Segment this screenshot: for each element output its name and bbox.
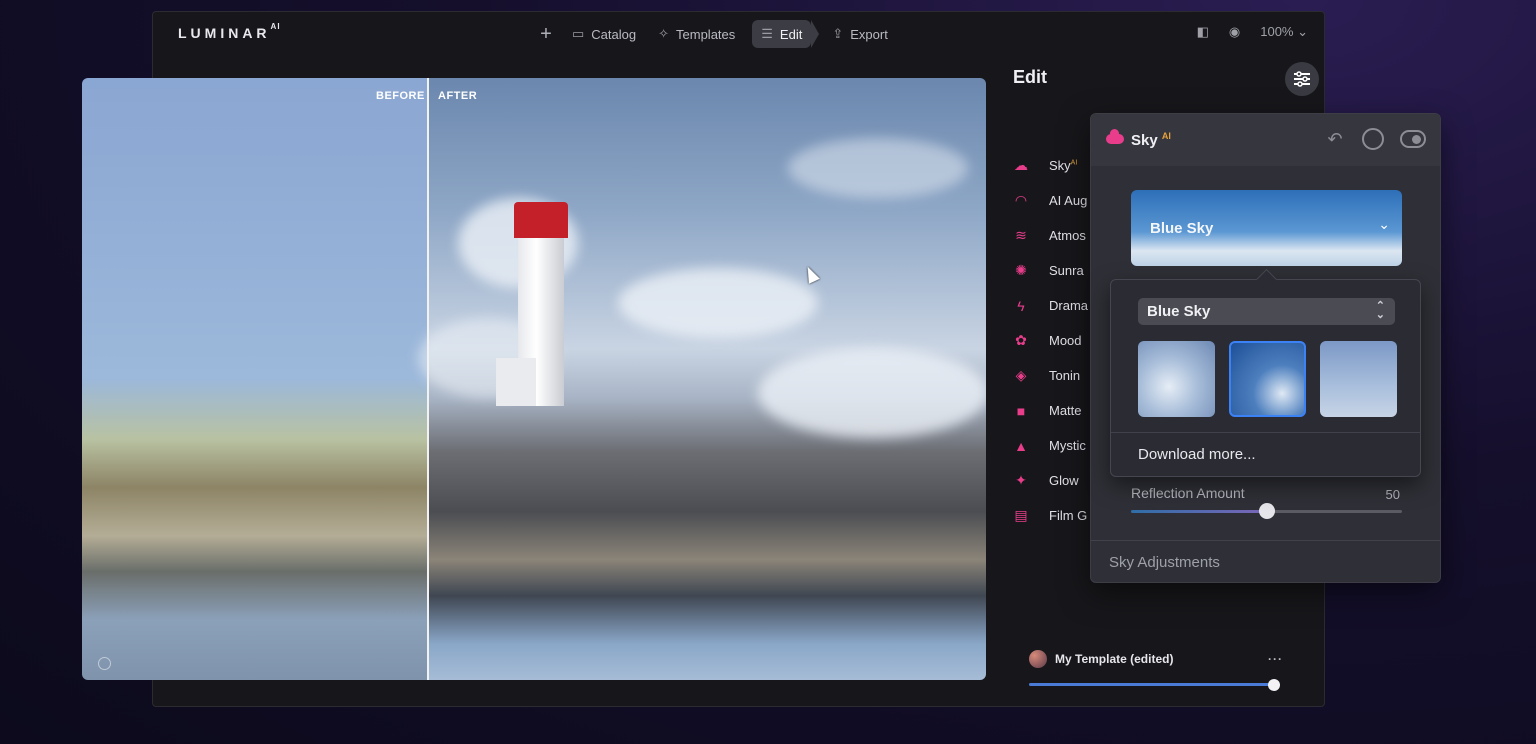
sidebar-title: Edit xyxy=(1013,67,1047,87)
chevron-updown-icon: ⌃ ⌄ xyxy=(1375,300,1385,321)
divider xyxy=(1091,540,1440,541)
compare-icon[interactable]: ◧ xyxy=(1197,24,1209,40)
magic-wand-icon: ✧ xyxy=(658,26,670,41)
sky-panel-title: Sky AI xyxy=(1131,131,1171,149)
tool-matte[interactable]: ■ Matte xyxy=(1013,393,1088,428)
cone-icon: ▲ xyxy=(1014,437,1028,454)
template-row[interactable]: My Template (edited) ··· xyxy=(1029,650,1283,668)
tab-templates-label: Templates xyxy=(676,26,736,42)
top-bar: LUMINARAI + ▭ Catalog ✧ Templates ☰ Edit ⇪ E… xyxy=(153,12,1324,56)
tab-templates[interactable]: ✧ Templates xyxy=(649,20,744,48)
sliders-icon xyxy=(1294,71,1310,87)
undo-icon[interactable]: ↶ xyxy=(1324,128,1346,150)
tab-catalog-label: Catalog xyxy=(591,26,637,42)
view-controls: ◧ ◉ 100% ⌄ xyxy=(1197,24,1308,40)
sun-icon: ✺ xyxy=(1015,262,1027,278)
template-amount-knob[interactable] xyxy=(1268,679,1280,691)
tab-export[interactable]: ⇪ Export xyxy=(823,20,896,48)
sky-category-select[interactable]: Blue Sky ⌃ ⌄ xyxy=(1138,298,1395,325)
cloud-icon xyxy=(1106,129,1124,144)
tool-drama[interactable]: ϟ Drama xyxy=(1013,288,1088,323)
flower-icon: ✿ xyxy=(1015,332,1027,348)
tab-arrow xyxy=(811,20,820,48)
app-logo: LUMINARAI xyxy=(178,22,281,41)
tool-ai-aug[interactable]: ◠ AI Aug xyxy=(1013,183,1088,218)
visibility-toggle-icon[interactable] xyxy=(1400,130,1426,148)
sky-panel-header: Sky AI ↶ xyxy=(1091,114,1440,166)
chevron-down-icon: ⌄ xyxy=(1378,216,1390,232)
photo-canvas[interactable]: BEFORE AFTER xyxy=(82,78,986,680)
tool-mood[interactable]: ✿ Mood xyxy=(1013,323,1088,358)
waves-icon: ≋ xyxy=(1015,227,1027,243)
square-icon: ■ xyxy=(1016,402,1026,419)
reflection-amount-label: Reflection Amount xyxy=(1131,485,1245,501)
tab-edit[interactable]: ☰ Edit xyxy=(752,20,812,48)
template-amount-slider[interactable] xyxy=(1029,683,1275,686)
add-button[interactable]: + xyxy=(533,23,559,46)
tab-edit-label: Edit xyxy=(779,26,803,42)
paint-bucket-icon: ◈ xyxy=(1015,367,1027,383)
tool-sunrays[interactable]: ✺ Sunra xyxy=(1013,253,1088,288)
main-nav: + ▭ Catalog ✧ Templates ☰ Edit ⇪ Export xyxy=(533,19,897,49)
sky-adjustments-section[interactable]: Sky Adjustments xyxy=(1109,554,1220,571)
sliders-icon: ☰ xyxy=(761,26,773,41)
bolt-icon: ϟ xyxy=(1017,297,1025,314)
tool-list: ☁ SkyAI ◠ AI Aug ≋ Atmos ✺ Sunra ϟ Drama ✿ Moo… xyxy=(1013,148,1088,533)
more-icon[interactable]: ··· xyxy=(1268,652,1283,666)
tab-export-label: Export xyxy=(850,26,888,42)
download-more-link[interactable]: Download more... xyxy=(1138,446,1256,463)
tool-glow[interactable]: ✦ Glow xyxy=(1013,463,1088,498)
share-icon: ⇪ xyxy=(832,26,844,41)
sky-picker-popup: Blue Sky ⌃ ⌄ Download more... xyxy=(1110,279,1421,477)
tool-mystical[interactable]: ▲ Mystic xyxy=(1013,428,1088,463)
tool-atmosphere[interactable]: ≋ Atmos xyxy=(1013,218,1088,253)
template-avatar xyxy=(1029,650,1047,668)
film-icon: ▤ xyxy=(1014,507,1028,523)
tool-film-grain[interactable]: ▤ Film G xyxy=(1013,498,1088,533)
sky-selection-dropdown[interactable]: Blue Sky ⌄ xyxy=(1131,190,1402,266)
tool-sky[interactable]: ☁ SkyAI xyxy=(1013,148,1088,183)
folder-icon: ▭ xyxy=(572,26,585,41)
zoom-select[interactable]: 100% ⌄ xyxy=(1260,24,1308,40)
sky-thumbnails xyxy=(1138,341,1397,417)
sky-thumbnail[interactable] xyxy=(1138,341,1215,417)
divider xyxy=(1111,432,1420,433)
sky-thumbnail[interactable] xyxy=(1320,341,1397,417)
brush-mask-icon[interactable] xyxy=(1362,128,1384,150)
sky-thumbnail-selected[interactable] xyxy=(1229,341,1306,417)
adjustments-button[interactable] xyxy=(1285,62,1319,96)
after-label: AFTER xyxy=(438,90,478,102)
before-image xyxy=(82,78,428,680)
sparkle-icon: ✦ xyxy=(1015,472,1027,488)
eye-icon[interactable]: ◉ xyxy=(1229,24,1240,40)
rainbow-icon: ◠ xyxy=(1014,192,1028,208)
info-icon[interactable] xyxy=(98,657,111,670)
lighthouse xyxy=(496,202,568,406)
cloud-icon: ☁ xyxy=(1014,157,1028,173)
tab-catalog[interactable]: ▭ Catalog xyxy=(563,20,645,48)
template-name: My Template (edited) xyxy=(1055,652,1174,666)
before-after-divider[interactable] xyxy=(427,78,429,680)
reflection-amount-value: 50 xyxy=(1385,487,1400,502)
reflection-amount-knob[interactable] xyxy=(1259,503,1275,519)
tool-toning[interactable]: ◈ Tonin xyxy=(1013,358,1088,393)
before-label: BEFORE xyxy=(376,90,425,102)
